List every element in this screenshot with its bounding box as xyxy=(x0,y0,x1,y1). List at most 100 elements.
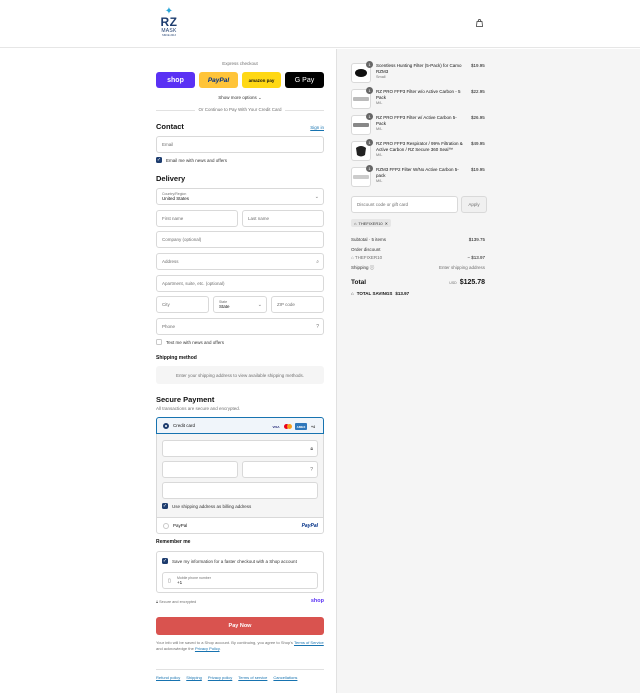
credit-card-option[interactable]: Credit card VISA AMEX +4 xyxy=(156,417,324,434)
phone-icon: ▯ xyxy=(168,578,171,584)
country-select[interactable]: Country/Region United States ⌄ xyxy=(156,188,324,205)
quantity-badge: 1 xyxy=(366,165,373,172)
item-name: RZM3 FFP2 Filter W/No Active Carbon 5-pa… xyxy=(376,167,466,184)
total-row: Total USD $125.78 xyxy=(351,279,485,286)
text-news-checkbox[interactable]: Text me with news and offers xyxy=(156,339,224,345)
checkbox-unchecked-icon xyxy=(156,339,162,345)
secure-text: Secure and encrypted xyxy=(159,600,197,604)
terms-of-service-link[interactable]: Terms of service xyxy=(238,675,267,680)
shipping-link[interactable]: Shipping xyxy=(186,675,202,680)
pay-now-button[interactable]: Pay Now xyxy=(156,617,324,635)
discount-code-input[interactable]: Discount code or gift card xyxy=(351,196,458,213)
savings-label: TOTAL SAVINGS xyxy=(356,291,393,296)
chevron-down-icon: ⌄ xyxy=(258,95,262,100)
shipping-value: Enter shipping address xyxy=(438,265,485,270)
payment-subtitle: All transactions are secure and encrypte… xyxy=(156,406,241,411)
paypal-label: PayPal xyxy=(173,523,188,528)
discount-value: − $13.97 xyxy=(467,255,485,260)
subtotal-label: Subtotal · 5 items xyxy=(351,237,387,242)
quantity-badge: 1 xyxy=(366,61,373,68)
item-title: RZM3 FFP2 Filter W/No Active Carbon 5-pa… xyxy=(376,167,459,178)
first-name-field[interactable]: First name xyxy=(156,210,238,227)
city-field[interactable]: City xyxy=(156,296,209,313)
cart-item: 1 RZ PRO FFP3 Filter w/o Active Carbon -… xyxy=(351,87,485,111)
amex-icon: AMEX xyxy=(295,423,307,430)
apartment-field[interactable]: Apartment, suite, etc. (optional) xyxy=(156,275,324,292)
discount-tag-label: THEFIXER10 xyxy=(358,220,383,226)
state-select[interactable]: State State ⌄ xyxy=(213,296,267,313)
expiration-field[interactable] xyxy=(162,461,238,478)
cancellations-link[interactable]: Cancellations xyxy=(273,675,297,680)
cart-item: 1 RZ PRO FFP3 Filter w/ Active Carbon 5-… xyxy=(351,113,485,137)
mobile-phone-field[interactable]: ▯ Mobile phone number +1 xyxy=(162,572,318,589)
footer-links: Refund policy Shipping Privacy policy Te… xyxy=(156,669,324,680)
shop-pay-button[interactable]: shop xyxy=(156,72,195,88)
show-more-options[interactable]: Show more options ⌄ xyxy=(156,95,324,101)
refund-policy-link[interactable]: Refund policy xyxy=(156,675,180,680)
legal-text: Your info will be saved to a Shop accoun… xyxy=(156,640,324,652)
card-number-field[interactable]: 🔒︎ xyxy=(162,440,318,457)
amazon-pay-button[interactable]: amazon pay xyxy=(242,72,281,88)
privacy-link[interactable]: Privacy Policy xyxy=(195,646,220,651)
item-price: $22.95 xyxy=(471,89,485,94)
last-name-field[interactable]: Last name xyxy=(242,210,324,227)
chevron-down-icon: ⌄ xyxy=(257,301,262,308)
quantity-badge: 1 xyxy=(366,139,373,146)
help-icon[interactable]: ? xyxy=(310,467,313,473)
radio-unselected-icon xyxy=(163,522,169,529)
email-field[interactable]: Email xyxy=(156,136,324,153)
apply-button[interactable]: Apply xyxy=(461,196,487,213)
security-code-field[interactable]: ? xyxy=(242,461,318,478)
phone-field[interactable]: Phone? xyxy=(156,318,324,335)
total-label: Total xyxy=(351,279,367,286)
shipping-note-text: Enter your shipping address to view avai… xyxy=(175,372,305,378)
shopping-bag-icon[interactable] xyxy=(476,19,483,27)
remove-discount-icon[interactable]: ✕ xyxy=(385,221,388,226)
logo-text-rz: RZ xyxy=(160,15,178,29)
save-info-label: Save my information for a faster checkou… xyxy=(172,558,297,564)
sign-in-link[interactable]: Sign in xyxy=(310,125,324,130)
item-name: Scentless Hunting Filter (5-Pack) for Ca… xyxy=(376,63,466,80)
privacy-policy-link[interactable]: Privacy policy xyxy=(208,675,232,680)
item-name: RZ PRO FFP3 Filter w/o Active Carbon - 5… xyxy=(376,89,466,106)
product-image xyxy=(353,175,369,179)
subtotal-row: Subtotal · 5 items $139.75 xyxy=(351,237,485,242)
email-news-label: Email me with news and offers xyxy=(166,157,227,163)
chevron-down-icon: ⌄ xyxy=(314,193,319,200)
product-thumbnail: 1 xyxy=(351,87,373,109)
item-name: RZ PRO FFP3 Respirator / 99% Filtration … xyxy=(376,141,466,158)
use-shipping-label: Use shipping address as billing address xyxy=(172,503,252,509)
shop-logo: shop xyxy=(310,598,324,604)
remember-me-heading: Remember me xyxy=(156,539,191,545)
order-discount-row: Order discount xyxy=(351,247,485,252)
company-field[interactable]: Company (optional) xyxy=(156,231,324,248)
save-info-checkbox[interactable]: ✓ Save my information for a faster checko… xyxy=(162,558,297,564)
tag-icon: ⌂ xyxy=(351,291,354,296)
remember-me-box: ✓ Save my information for a faster checko… xyxy=(156,551,324,593)
company-placeholder: Company (optional) xyxy=(162,237,202,242)
logo-text-since: SINCE 2013 xyxy=(162,34,176,37)
address-field[interactable]: Address ⌕ xyxy=(156,253,324,270)
lock-icon: 🔒︎ xyxy=(156,600,159,604)
paypal-option[interactable]: PayPal PayPal xyxy=(156,517,324,534)
google-pay-button[interactable]: G Pay xyxy=(285,72,324,88)
cart-item: 1 RZM3 FFP2 Filter W/No Active Carbon 5-… xyxy=(351,165,485,189)
terms-link[interactable]: Terms of Service xyxy=(294,640,324,645)
country-value: United States xyxy=(162,195,190,201)
help-icon[interactable]: ? xyxy=(316,324,319,330)
cart-item: 1 Scentless Hunting Filter (5-Pack) for … xyxy=(351,61,485,85)
tag-icon: ⌂ xyxy=(351,255,354,260)
search-icon: ⌕ xyxy=(316,258,319,265)
email-news-checkbox[interactable]: ✓ Email me with news and offers xyxy=(156,157,227,163)
paypal-button[interactable]: PayPal xyxy=(199,72,238,88)
item-title: Scentless Hunting Filter (5-Pack) for Ca… xyxy=(376,63,462,74)
rz-mask-logo[interactable]: ✦ RZ MASK SINCE 2013 xyxy=(156,7,182,41)
last-name-placeholder: Last name xyxy=(248,216,270,221)
first-name-placeholder: First name xyxy=(162,216,184,221)
use-shipping-checkbox[interactable]: ✓ Use shipping address as billing address xyxy=(162,503,251,509)
cart-item: 1 RZ PRO FFP3 Respirator / 99% Filtratio… xyxy=(351,139,485,163)
name-on-card-field[interactable] xyxy=(162,482,318,499)
legal-text-2: and acknowledge the xyxy=(156,646,194,651)
info-icon[interactable]: ⓘ xyxy=(370,265,375,270)
zip-field[interactable]: ZIP code xyxy=(271,296,324,313)
